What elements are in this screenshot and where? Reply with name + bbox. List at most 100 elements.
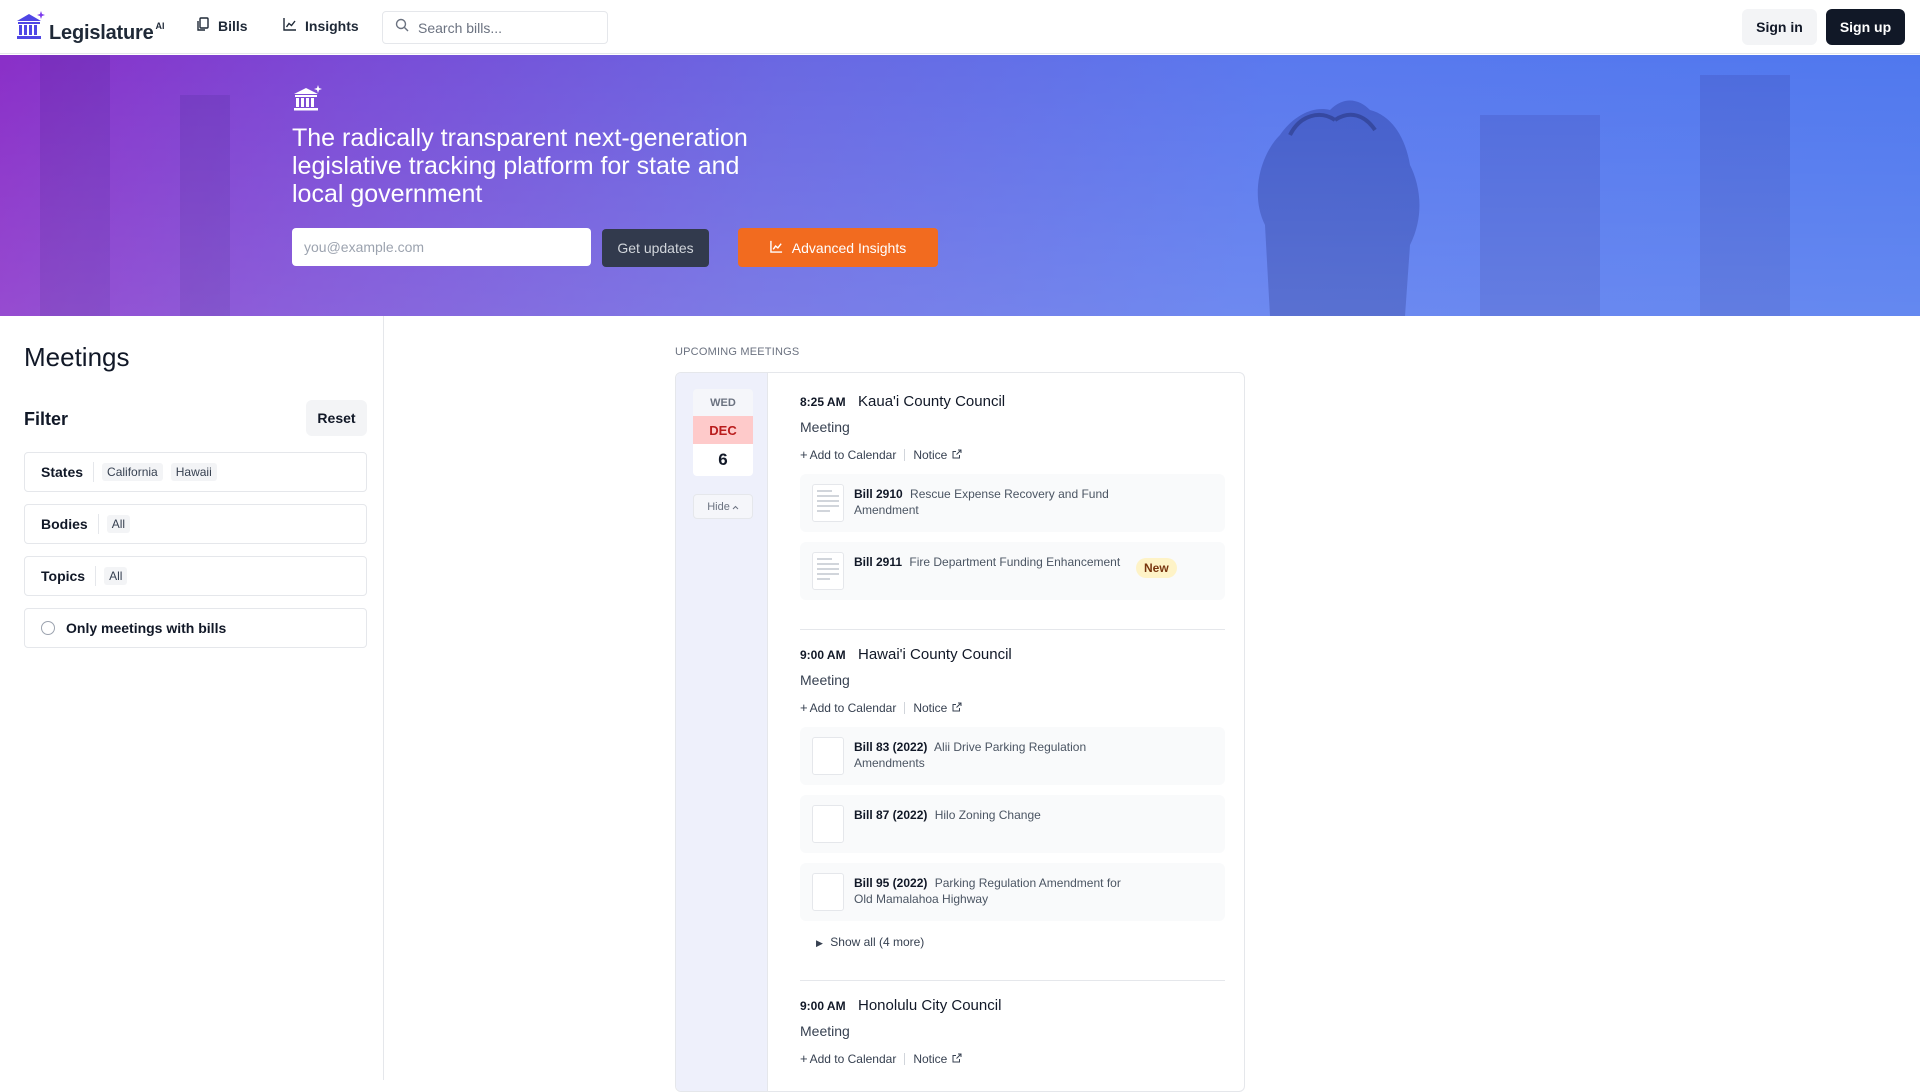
add-to-calendar-button[interactable]: + Add to Calendar	[800, 700, 896, 715]
bill-number: Bill 95 (2022)	[854, 876, 928, 890]
filter-chip: California	[102, 463, 163, 481]
bill-number: Bill 2911	[854, 555, 903, 569]
show-all-label: Show all (4 more)	[830, 935, 925, 949]
hero-banner: The radically transparent next-generatio…	[0, 55, 1920, 316]
filter-bodies[interactable]: Bodies All	[24, 504, 367, 544]
triangle-right-icon: ▶	[816, 938, 823, 948]
meeting-type: Meeting	[800, 1023, 850, 1039]
notice-link[interactable]: Notice	[913, 448, 962, 462]
bill-title: Fire Department Funding Enhancement	[909, 555, 1121, 569]
bill-thumbnail	[812, 873, 844, 911]
date-month: DEC	[693, 416, 753, 444]
bill-card[interactable]: Bill 95 (2022) Parking Regulation Amendm…	[800, 863, 1225, 921]
meeting-item: 9:00 AM Hawai'i County Council Meeting +…	[800, 646, 1225, 949]
filter-chip: All	[106, 515, 131, 533]
logo[interactable]: Legislature AI	[15, 10, 165, 45]
notice-label: Notice	[913, 447, 948, 462]
capitol-logo-icon	[15, 10, 46, 45]
filter-label: Topics	[41, 566, 97, 586]
top-nav: Legislature AI Bills Insights Search bil…	[0, 0, 1920, 54]
logo-text: Legislature	[49, 22, 154, 44]
bill-thumbnail	[812, 805, 844, 843]
meeting-actions: + Add to Calendar Notice	[800, 700, 1225, 715]
external-link-icon	[952, 448, 962, 462]
search-icon	[395, 18, 409, 37]
filter-sidebar: Meetings Filter Reset States California …	[0, 316, 384, 1080]
bill-number: Bill 87 (2022)	[854, 808, 928, 822]
nav-insights-label: Insights	[305, 17, 359, 34]
meeting-actions: + Add to Calendar Notice	[800, 447, 1225, 462]
nav-bills-label: Bills	[218, 18, 248, 34]
notice-label: Notice	[913, 700, 948, 715]
bill-thumbnail	[812, 484, 844, 522]
email-field[interactable]	[292, 228, 591, 266]
get-updates-button[interactable]: Get updates	[602, 229, 709, 267]
only-meetings-with-bills-toggle[interactable]: Only meetings with bills	[24, 608, 367, 648]
hide-label: Hide	[707, 500, 730, 513]
divider	[904, 701, 906, 714]
reset-button[interactable]: Reset	[306, 400, 367, 436]
copy-icon	[196, 17, 218, 35]
meeting-time: 9:00 AM	[800, 999, 846, 1013]
signup-button[interactable]: Sign up	[1826, 9, 1905, 45]
filter-topics[interactable]: Topics All	[24, 556, 367, 596]
hide-button[interactable]: Hide	[693, 494, 753, 519]
add-to-calendar-label: Add to Calendar	[809, 1051, 897, 1066]
radio-button[interactable]	[41, 621, 55, 635]
bill-text: Bill 87 (2022) Hilo Zoning Change	[854, 805, 1134, 843]
bill-card[interactable]: Bill 2911 Fire Department Funding Enhanc…	[800, 542, 1225, 600]
meeting-item: 8:25 AM Kaua'i County Council Meeting + …	[800, 393, 1225, 600]
date-badge: WED DEC 6	[693, 389, 753, 476]
advanced-insights-button[interactable]: Advanced Insights	[738, 228, 938, 267]
signin-button[interactable]: Sign in	[1742, 9, 1817, 45]
date-number: 6	[693, 444, 753, 476]
bill-number: Bill 2910	[854, 487, 903, 501]
meeting-body[interactable]: Kaua'i County Council	[858, 393, 1005, 410]
meeting-body[interactable]: Honolulu City Council	[858, 997, 1001, 1014]
external-link-icon	[952, 701, 962, 715]
notice-link[interactable]: Notice	[913, 701, 962, 715]
meeting-time: 8:25 AM	[800, 395, 846, 409]
nav-insights[interactable]: Insights	[283, 17, 359, 34]
hero-title: The radically transparent next-generatio…	[292, 124, 748, 208]
date-day: WED	[693, 389, 753, 416]
add-to-calendar-button[interactable]: + Add to Calendar	[800, 1051, 896, 1066]
capitol-icon	[293, 85, 323, 116]
nav-bills[interactable]: Bills	[196, 17, 248, 35]
bill-text: Bill 95 (2022) Parking Regulation Amendm…	[854, 873, 1134, 911]
add-to-calendar-button[interactable]: + Add to Calendar	[800, 447, 896, 462]
section-label: UPCOMING MEETINGS	[675, 346, 800, 358]
filter-label: States	[41, 462, 95, 482]
chart-icon	[283, 17, 305, 34]
hero-overlay	[0, 55, 1920, 316]
notice-link[interactable]: Notice	[913, 1052, 962, 1066]
bill-card[interactable]: Bill 83 (2022) Alii Drive Parking Regula…	[800, 727, 1225, 785]
page-title: Meetings	[24, 342, 130, 372]
meeting-time: 9:00 AM	[800, 648, 846, 662]
bill-card[interactable]: Bill 87 (2022) Hilo Zoning Change	[800, 795, 1225, 853]
notice-label: Notice	[913, 1051, 948, 1066]
new-badge: New	[1136, 558, 1177, 578]
meeting-type: Meeting	[800, 419, 850, 435]
add-to-calendar-label: Add to Calendar	[809, 700, 897, 715]
external-link-icon	[952, 1052, 962, 1066]
meeting-body[interactable]: Hawai'i County Council	[858, 646, 1012, 663]
bill-text: Bill 2910 Rescue Expense Recovery and Fu…	[854, 484, 1134, 522]
add-to-calendar-label: Add to Calendar	[809, 447, 897, 462]
meeting-divider	[800, 980, 1225, 981]
filter-states[interactable]: States California Hawaii	[24, 452, 367, 492]
bill-text: Bill 2911 Fire Department Funding Enhanc…	[854, 552, 1134, 590]
search-box[interactable]	[382, 11, 608, 44]
only-meetings-with-bills-label: Only meetings with bills	[66, 620, 227, 636]
date-column: WED DEC 6 Hide	[676, 373, 768, 1091]
bill-number: Bill 83 (2022)	[854, 740, 928, 754]
plus-icon: +	[800, 447, 808, 462]
bill-card[interactable]: Bill 2910 Rescue Expense Recovery and Fu…	[800, 474, 1225, 532]
search-input[interactable]	[418, 19, 598, 36]
divider	[904, 1052, 906, 1065]
bill-thumbnail	[812, 552, 844, 590]
meeting-actions: + Add to Calendar Notice	[800, 1051, 1225, 1066]
filter-heading: Filter	[24, 409, 69, 429]
divider	[904, 448, 906, 461]
show-all-toggle[interactable]: ▶ Show all (4 more)	[816, 935, 1225, 949]
